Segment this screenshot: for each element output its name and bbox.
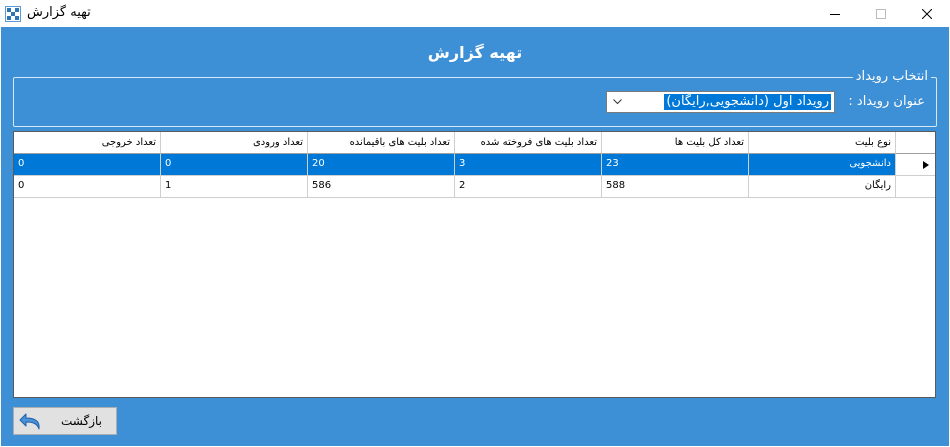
back-arrow-icon: [19, 413, 40, 430]
group-legend: انتخاب رویداد: [852, 69, 931, 84]
maximize-icon: [876, 8, 886, 19]
table-cell-remaining-tickets[interactable]: 586: [308, 176, 455, 198]
table-cell-exits[interactable]: 0: [14, 154, 161, 176]
table-cell-remaining-tickets[interactable]: 20: [308, 154, 455, 176]
column-header-remaining-tickets[interactable]: تعداد بلیت های باقیمانده: [308, 132, 455, 154]
chevron-down-icon[interactable]: [607, 92, 627, 112]
column-header-ticket-type[interactable]: نوع بلیت: [749, 132, 896, 154]
column-header-exits[interactable]: تعداد خروجی: [14, 132, 161, 154]
row-header[interactable]: [896, 176, 935, 198]
close-icon: [922, 8, 932, 19]
table-cell-total-tickets[interactable]: 23: [602, 154, 749, 176]
row-header-corner: [896, 132, 935, 154]
event-select[interactable]: رویداد اول (دانشجویی,رایگان): [606, 91, 835, 113]
minimize-button[interactable]: [812, 0, 858, 27]
app-icon: [5, 6, 21, 22]
table-cell-entries[interactable]: 1: [161, 176, 308, 198]
minimize-icon: [830, 13, 840, 15]
table-cell-total-tickets[interactable]: 588: [602, 176, 749, 198]
current-row-arrow-icon: [923, 161, 929, 169]
table-cell-ticket-type[interactable]: رایگان: [749, 176, 896, 198]
column-header-entries[interactable]: تعداد ورودی: [161, 132, 308, 154]
maximize-button[interactable]: [858, 0, 904, 27]
row-header-selected[interactable]: [896, 154, 935, 176]
column-header-sold-tickets[interactable]: تعداد بلیت های فروخته شده: [455, 132, 602, 154]
event-selection-group: انتخاب رویداد عنوان رویداد : رویداد اول …: [13, 69, 937, 127]
table-cell-exits[interactable]: 0: [14, 176, 161, 198]
table-cell-entries[interactable]: 0: [161, 154, 308, 176]
column-header-total-tickets[interactable]: تعداد کل بلیت ها: [602, 132, 749, 154]
table-cell-sold-tickets[interactable]: 3: [455, 154, 602, 176]
report-table[interactable]: نوع بلیت تعداد کل بلیت ها تعداد بلیت های…: [13, 131, 936, 398]
close-button[interactable]: [904, 0, 950, 27]
event-select-value: رویداد اول (دانشجویی,رایگان): [664, 94, 831, 110]
form-body: تهیه گزارش انتخاب رویداد عنوان رویداد : …: [1, 27, 949, 446]
table-cell-sold-tickets[interactable]: 2: [455, 176, 602, 198]
page-title: تهیه گزارش: [427, 43, 523, 62]
back-button-label: بازگشت: [61, 414, 102, 428]
title-bar: تهیه گزارش: [0, 0, 950, 27]
back-button[interactable]: بازگشت: [13, 407, 117, 435]
event-title-label: عنوان رویداد :: [848, 94, 925, 109]
table-cell-ticket-type[interactable]: دانشجویی: [749, 154, 896, 176]
window-title: تهیه گزارش: [27, 5, 91, 20]
